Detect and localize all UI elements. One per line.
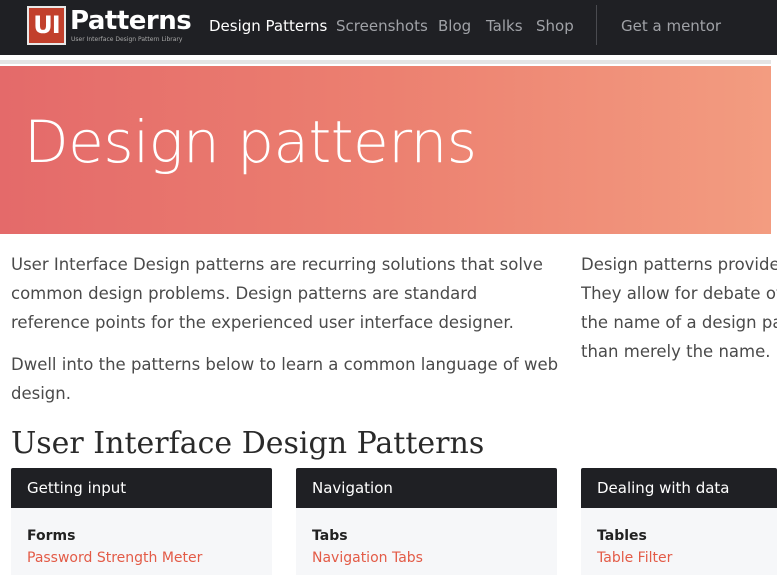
hero-banner: Design patterns: [0, 66, 771, 234]
top-navigation-bar: UI Patterns User Interface Design Patter…: [0, 0, 777, 55]
intro-left-column: User Interface Design patterns are recur…: [11, 250, 561, 408]
nav-divider: [596, 5, 597, 45]
logo-text: Patterns User Interface Design Pattern L…: [70, 6, 192, 43]
card-pattern-link[interactable]: Password Strength Meter: [27, 549, 272, 567]
category-card-navigation: Navigation Tabs Navigation Tabs: [296, 468, 557, 575]
card-pattern-title-tabs[interactable]: Tabs: [312, 526, 557, 546]
intro-right-line: the name of a design pat: [581, 313, 777, 332]
logo-badge: UI: [27, 6, 66, 45]
nav-design-patterns[interactable]: Design Patterns: [209, 16, 327, 36]
site-logo[interactable]: UI Patterns User Interface Design Patter…: [27, 6, 192, 46]
intro-right-line: Design patterns provide: [581, 255, 777, 274]
card-pattern-link[interactable]: Navigation Tabs: [312, 549, 557, 567]
card-pattern-title-forms[interactable]: Forms: [27, 526, 272, 546]
nav-talks[interactable]: Talks: [486, 16, 523, 36]
card-header: Getting input: [11, 468, 272, 508]
card-pattern-title-tables[interactable]: Tables: [597, 526, 777, 546]
intro-right-column: Design patterns provide They allow for d…: [581, 250, 777, 366]
nav-shop[interactable]: Shop: [536, 16, 574, 36]
intro-paragraph-2: Dwell into the patterns below to learn a…: [11, 355, 559, 403]
card-pattern-link[interactable]: Table Filter: [597, 549, 777, 567]
logo-tagline: User Interface Design Pattern Library: [71, 36, 183, 43]
intro-right-line: They allow for debate ov: [581, 284, 777, 303]
page-title: Design patterns: [24, 108, 477, 176]
card-header: Dealing with data: [581, 468, 777, 508]
nav-blog[interactable]: Blog: [438, 16, 471, 36]
logo-word: Patterns: [70, 6, 192, 36]
category-card-getting-input: Getting input Forms Password Strength Me…: [11, 468, 272, 575]
nav-screenshots[interactable]: Screenshots: [336, 16, 428, 36]
card-header: Navigation: [296, 468, 557, 508]
header-divider-line: [0, 60, 771, 64]
intro-right-line: than merely the name.: [581, 342, 771, 361]
nav-get-a-mentor[interactable]: Get a mentor: [621, 16, 721, 36]
intro-paragraph-1: User Interface Design patterns are recur…: [11, 255, 543, 332]
section-heading: User Interface Design Patterns: [11, 426, 485, 461]
category-card-dealing-with-data: Dealing with data Tables Table Filter: [581, 468, 777, 575]
